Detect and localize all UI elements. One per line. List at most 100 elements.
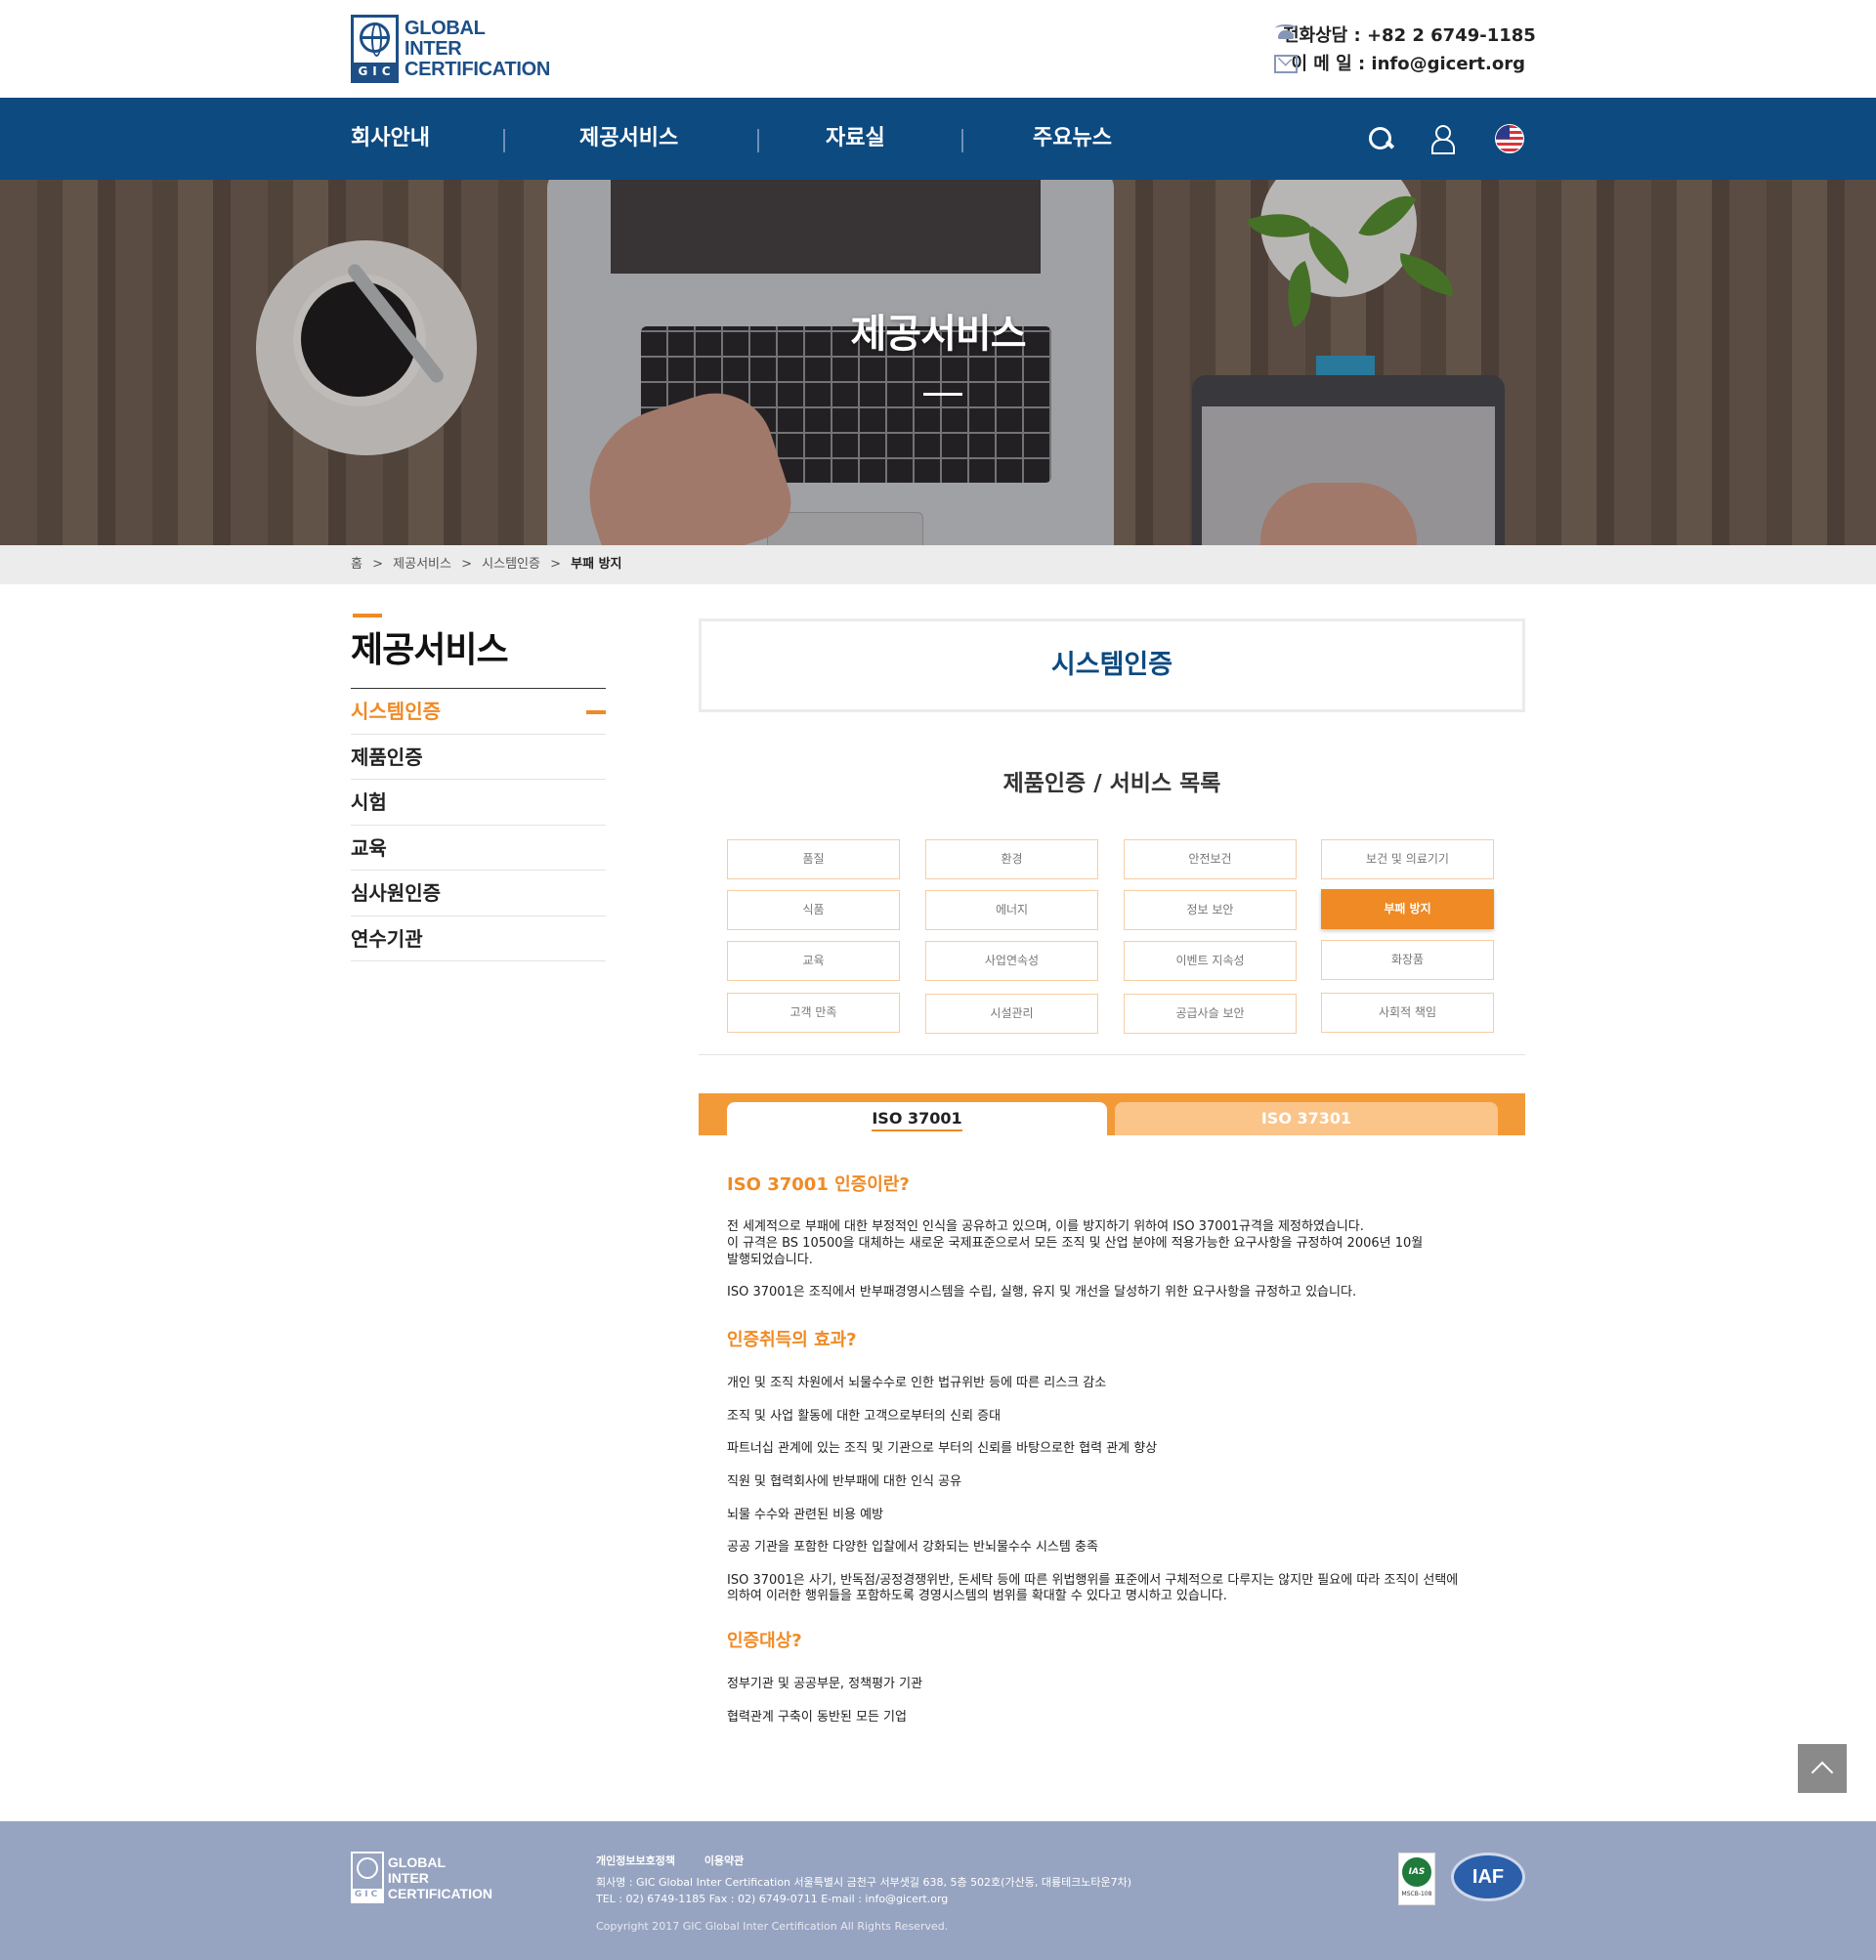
service-button[interactable]: 이벤트 지속성 xyxy=(1124,941,1297,981)
site-logo[interactable]: GIC GLOBAL INTER CERTIFICATION xyxy=(351,15,550,83)
nav-item-services[interactable]: 제공서비스 xyxy=(579,98,678,180)
service-list-title: 제품인증 / 서비스 목록 xyxy=(1002,771,1221,796)
sidebar-item-label: 시스템인증 xyxy=(351,700,441,723)
us-flag-icon[interactable] xyxy=(1495,124,1524,153)
logo-text: GLOBAL INTER CERTIFICATION xyxy=(404,17,550,80)
service-button[interactable]: 화장품 xyxy=(1321,940,1494,980)
sidebar-accent xyxy=(353,614,382,618)
nav-separator xyxy=(961,129,963,152)
service-button[interactable]: 안전보건 xyxy=(1124,839,1297,879)
main-nav: 회사안내 제공서비스 자료실 주요뉴스 xyxy=(0,98,1876,242)
breadcrumb-separator: > xyxy=(550,557,562,572)
sidebar-item-label: 심사원인증 xyxy=(351,881,441,905)
tab-iso-37301[interactable]: ISO 37301 xyxy=(1115,1102,1498,1135)
nav-separator xyxy=(503,129,505,152)
list-item: 파트너십 관계에 있는 조직 및 기관으로 부터의 신뢰를 바탕으로한 협력 관… xyxy=(727,1441,1158,1456)
breadcrumb-services[interactable]: 제공서비스 xyxy=(393,557,451,572)
sidebar-title: 제공서비스 xyxy=(351,630,509,670)
phone-contact: 전화상담 : +82 2 6749-1185 xyxy=(1273,20,1536,48)
privacy-policy-link[interactable]: 개인정보보호정책 xyxy=(596,1854,675,1867)
service-button[interactable]: 시설관리 xyxy=(925,994,1098,1034)
service-button[interactable]: 고객 만족 xyxy=(727,993,900,1033)
service-button[interactable]: 식품 xyxy=(727,890,900,930)
terms-link[interactable]: 이용약관 xyxy=(704,1854,744,1867)
footer-contact: TEL : 02) 6749-1185 Fax : 02) 6749-0711 … xyxy=(596,1893,949,1905)
minus-icon xyxy=(586,710,606,714)
scroll-to-top-button[interactable] xyxy=(1798,1744,1847,1793)
tab-label: ISO 37001 xyxy=(872,1109,962,1131)
footer-logo-mark-text: GIC xyxy=(353,1889,382,1901)
site-footer: GIC GLOBAL INTER CERTIFICATION 개인정보보호정책 … xyxy=(0,1821,1876,1960)
service-button[interactable]: 사회적 책임 xyxy=(1321,993,1494,1033)
breadcrumb-bar: 홈 > 제공서비스 > 시스템인증 > 부패 방지 xyxy=(0,545,1876,584)
service-button[interactable]: 환경 xyxy=(925,839,1098,879)
sidebar-item-label: 교육 xyxy=(351,835,387,860)
nav-separator xyxy=(757,129,759,152)
footer-company-info: 회사명 : GIC Global Inter Certification 서울특… xyxy=(596,1874,1131,1907)
service-button[interactable]: 정보 보안 xyxy=(1124,890,1297,930)
footer-copyright: Copyright 2017 GIC Global Inter Certific… xyxy=(596,1920,949,1933)
body-text: 의하여 이러한 행위들을 포함하도록 경영시스템의 범위를 확대할 수 있다고 … xyxy=(727,1589,1227,1603)
standard-tabs: ISO 37001 ISO 37301 xyxy=(699,1093,1525,1135)
footer-logo-line: INTER xyxy=(387,1869,429,1886)
hero-banner: 제공서비스 xyxy=(0,180,1876,545)
sidebar-item-product-cert[interactable]: 제품인증 xyxy=(351,735,606,780)
sidebar-item-auditor-cert[interactable]: 심사원인증 xyxy=(351,871,606,916)
body-text: 이 규격은 BS 10500을 대체하는 새로운 국제표준으로서 모든 조직 및… xyxy=(727,1236,1424,1251)
sidebar-item-training-institute[interactable]: 연수기관 xyxy=(351,916,606,961)
nav-item-about[interactable]: 회사안내 xyxy=(351,98,430,180)
footer-links: 개인정보보호정책 이용약관 xyxy=(596,1853,769,1868)
list-item: 협력관계 구축이 동반된 모든 기업 xyxy=(727,1710,907,1725)
footer-logo-line: GLOBAL xyxy=(387,1853,447,1870)
ias-badge: IAS MSCB-108 xyxy=(1398,1853,1435,1905)
footer-logo-line: CERTIFICATION xyxy=(387,1885,492,1901)
nav-item-library[interactable]: 자료실 xyxy=(826,98,885,180)
service-button[interactable]: 보건 및 의료기기 xyxy=(1321,839,1494,879)
search-icon[interactable] xyxy=(1365,123,1396,154)
service-button[interactable]: 교육 xyxy=(727,941,900,981)
list-item: 공공 기관을 포함한 다양한 입찰에서 강화되는 반뇌물수수 시스템 충족 xyxy=(727,1540,1098,1555)
footer-address: 회사명 : GIC Global Inter Certification 서울특… xyxy=(596,1876,1132,1889)
section-heading: ISO 37001 인증이란? xyxy=(727,1174,910,1195)
hero-underline xyxy=(923,393,962,396)
logo-line: INTER xyxy=(404,37,462,60)
body-text: ISO 37001은 조직에서 반부패경영시스템을 수립, 실행, 유지 및 개… xyxy=(727,1285,1357,1300)
tab-iso-37001[interactable]: ISO 37001 xyxy=(727,1102,1107,1135)
sidebar-item-label: 시험 xyxy=(351,790,387,814)
list-item: 뇌물 수수와 관련된 비용 예방 xyxy=(727,1508,884,1522)
email-contact: 이 메 일 : info@gicert.org xyxy=(1273,48,1525,76)
body-text: 발행되었습니다. xyxy=(727,1253,813,1267)
sidebar-item-testing[interactable]: 시험 xyxy=(351,780,606,826)
ias-logo: IAS xyxy=(1402,1857,1431,1887)
service-button[interactable]: 공급사슬 보안 xyxy=(1124,994,1297,1034)
logo-mark-text: GIC xyxy=(354,63,396,80)
logo-mark-icon: GIC xyxy=(351,15,399,83)
service-button[interactable]: 품질 xyxy=(727,839,900,879)
footer-logo-mark-icon: GIC xyxy=(351,1852,384,1903)
breadcrumb-current: 부패 방지 xyxy=(571,557,622,572)
top-header: GIC GLOBAL INTER CERTIFICATION 전화상담 : +8… xyxy=(0,0,1876,98)
contact-info: 전화상담 : +82 2 6749-1185 이 메 일 : info@gice… xyxy=(1273,20,1536,76)
nav-item-news[interactable]: 주요뉴스 xyxy=(1033,98,1112,180)
email-text[interactable]: 이 메 일 : info@gicert.org xyxy=(1291,50,1525,75)
content-divider xyxy=(699,1054,1525,1055)
breadcrumb-home[interactable]: 홈 xyxy=(351,557,362,572)
page-title: 시스템인증 xyxy=(699,618,1525,712)
list-item: 직원 및 협력회사에 반부패에 대한 인식 공유 xyxy=(727,1474,962,1489)
iaf-badge: IAF xyxy=(1451,1853,1525,1901)
breadcrumb-system-cert[interactable]: 시스템인증 xyxy=(482,557,540,572)
body-text: ISO 37001은 사기, 반독점/공정경쟁위반, 돈세탁 등에 따른 위법행… xyxy=(727,1573,1459,1588)
breadcrumb-separator: > xyxy=(372,557,384,572)
sidebar-item-system-cert[interactable]: 시스템인증 xyxy=(351,689,606,735)
logo-line: GLOBAL xyxy=(404,17,486,39)
user-icon[interactable] xyxy=(1428,123,1460,154)
body-text: 전 세계적으로 부패에 대한 부정적인 인식을 공유하고 있으며, 이를 방지하… xyxy=(727,1219,1364,1234)
sidebar-item-label: 제품인증 xyxy=(351,745,423,769)
service-button[interactable]: 에너지 xyxy=(925,890,1098,930)
footer-logo[interactable]: GIC GLOBAL INTER CERTIFICATION xyxy=(351,1852,492,1903)
service-button-active[interactable]: 부패 방지 xyxy=(1321,889,1494,929)
service-button[interactable]: 사업연속성 xyxy=(925,941,1098,981)
sidebar-menu: 시스템인증 제품인증 시험 교육 심사원인증 연수기관 xyxy=(351,688,606,961)
mail-icon xyxy=(1273,52,1300,73)
sidebar-item-education[interactable]: 교육 xyxy=(351,826,606,871)
